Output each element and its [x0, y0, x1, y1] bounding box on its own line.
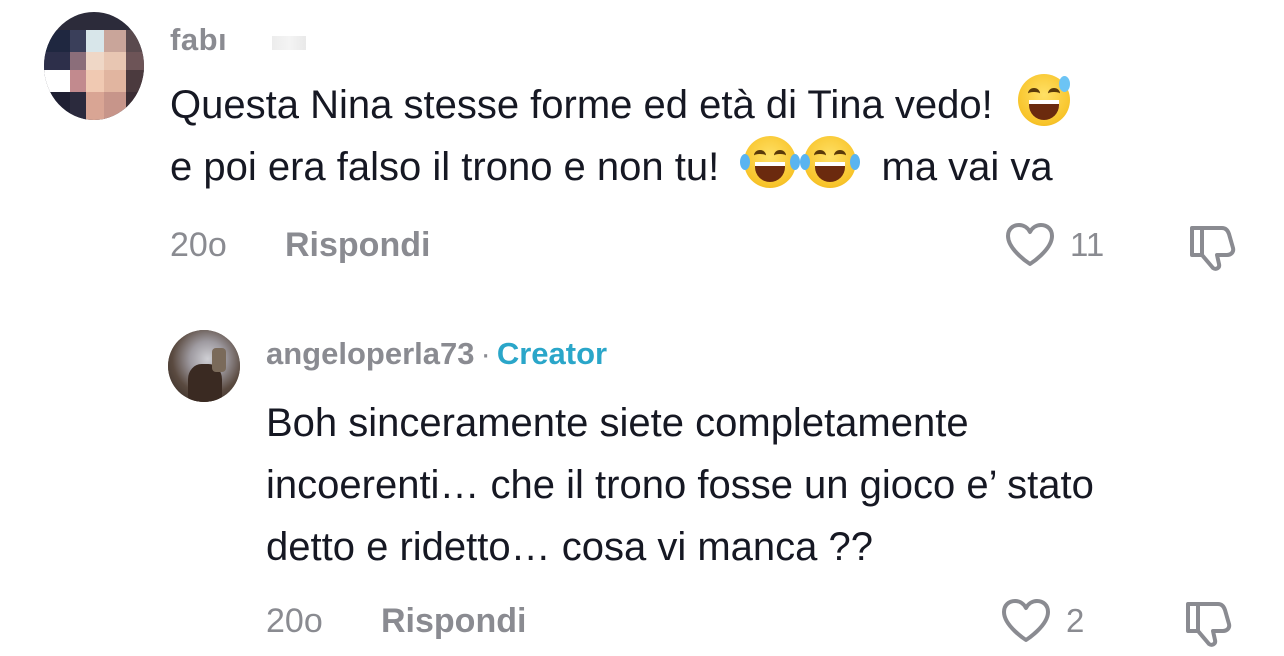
avatar-pixel	[70, 30, 86, 52]
like-button[interactable]: 11	[1004, 222, 1104, 268]
avatar-pixel	[126, 52, 144, 70]
comment-text-line: ma vai va	[881, 145, 1053, 189]
reply-comment: angeloperla73 · Creator Boh sinceramente s…	[0, 320, 1284, 656]
tears-of-joy-emoji	[800, 136, 861, 188]
dislike-button[interactable]	[1182, 598, 1236, 653]
avatar-pixel	[126, 70, 144, 92]
avatar-pixel	[104, 52, 126, 70]
like-count: 2	[1066, 602, 1085, 639]
comment-text: Questa Nina stesse forme ed età di Tina …	[170, 74, 1074, 198]
username-text[interactable]: angeloperla73	[266, 336, 474, 371]
redacted-name-blur	[272, 36, 306, 50]
avatar-pixel	[70, 52, 86, 70]
avatar-phone	[212, 348, 226, 372]
avatar-pixel	[126, 92, 144, 120]
avatar-pixel	[44, 92, 70, 120]
avatar-pixel	[44, 70, 70, 92]
reply-button[interactable]: Rispondi	[285, 226, 430, 265]
like-button[interactable]: 2	[1000, 598, 1084, 644]
avatar-pixel	[86, 92, 104, 120]
comment-timestamp: 20o	[170, 226, 227, 264]
avatar-pixel	[86, 30, 104, 52]
avatar[interactable]	[44, 12, 144, 120]
avatar-pixel	[86, 70, 104, 92]
comment-text-line: Questa Nina stesse forme ed età di Tina …	[170, 83, 993, 127]
avatar-pixel	[44, 30, 70, 52]
dislike-button[interactable]	[1186, 222, 1240, 277]
reply-button[interactable]: Rispondi	[381, 602, 526, 641]
comment-username[interactable]: fabı	[170, 22, 227, 58]
creator-badge: Creator	[496, 336, 608, 371]
thumbs-down-icon	[1186, 602, 1232, 647]
separator-dot: ·	[480, 336, 491, 371]
avatar-pixel	[44, 52, 70, 70]
heart-icon	[1002, 599, 1050, 642]
avatar-pixel	[70, 92, 86, 120]
avatar-pixel	[86, 52, 104, 70]
avatar[interactable]	[168, 330, 240, 402]
comment-text-line: Boh sinceramente siete completamente	[266, 401, 969, 445]
tears-of-joy-emoji	[740, 136, 801, 188]
avatar-pixel	[104, 30, 126, 52]
avatar-pixel	[104, 92, 126, 120]
comment-text-line: e poi era falso il trono e non tu!	[170, 145, 720, 189]
avatar-pixel	[70, 70, 86, 92]
comment-text-line: incoerenti… che il trono fosse un gioco …	[266, 463, 1094, 507]
comment-username[interactable]: angeloperla73 · Creator	[266, 336, 607, 372]
comment-timestamp: 20o	[266, 602, 323, 640]
avatar-pixel	[104, 70, 126, 92]
comment-text-line: detto e ridetto… cosa vi manca ??	[266, 525, 873, 569]
like-count: 11	[1070, 226, 1105, 263]
comment: fabı Questa Nina stesse forme ed età di …	[0, 0, 1284, 300]
avatar-pixel	[126, 30, 144, 52]
heart-icon	[1006, 223, 1054, 266]
grinning-sweat-emoji	[1017, 74, 1070, 126]
thumbs-down-icon	[1190, 226, 1236, 271]
comment-text: Boh sinceramente siete completamente inc…	[266, 392, 1094, 578]
